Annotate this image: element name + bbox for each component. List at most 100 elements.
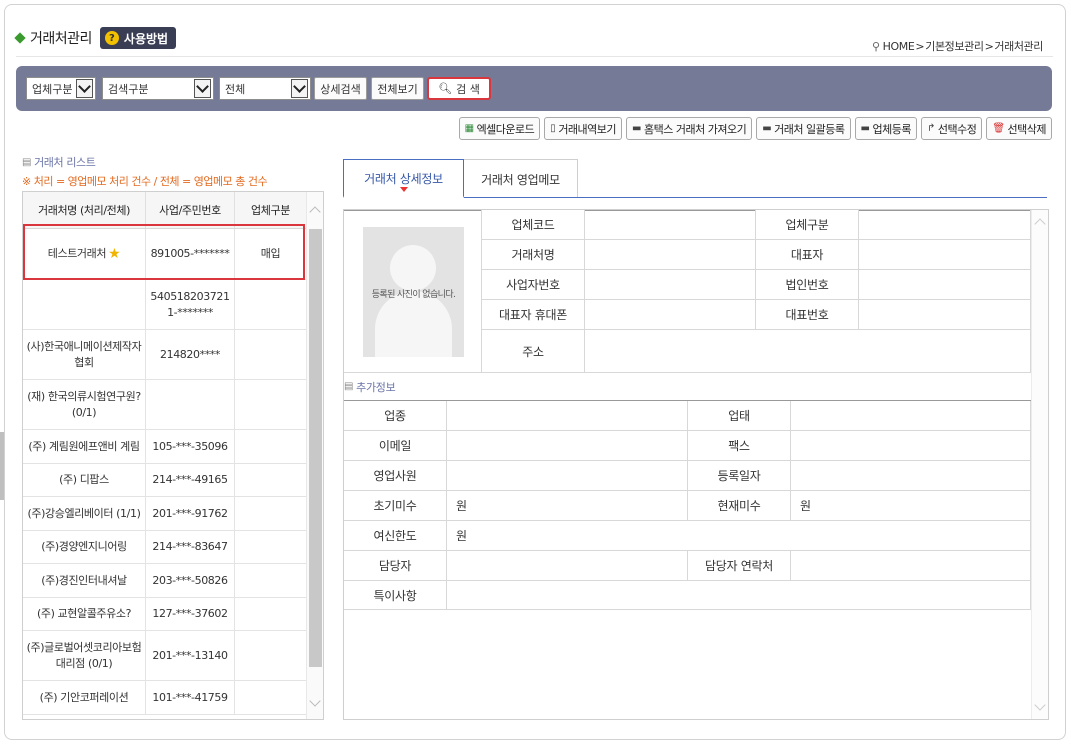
cell-biz-number-text: 105-***-35096: [152, 439, 228, 453]
cell-client-name-text: (주) 기안코퍼레이션: [39, 690, 129, 704]
table-row[interactable]: (주) 기안코퍼레이션 101-***-41759: [23, 681, 323, 715]
scope-select-value: 전체: [225, 82, 246, 96]
cell-biz-number-text: 5405182037211-*******: [150, 289, 230, 319]
cell-biz-number-text: 891005-*******: [150, 247, 230, 260]
table-row[interactable]: (주)경진인터내셔날 203-***-50826: [23, 564, 323, 598]
toolbar-button-label: 선택삭제: [1007, 122, 1047, 136]
detail-search-button[interactable]: 상세검색: [314, 77, 367, 100]
table-row[interactable]: (사)한국애니메이션제작자협회 214820****: [23, 330, 323, 380]
cell-client-name: (주) 기안코퍼레이션: [23, 681, 146, 714]
value-current-balance: 원: [791, 491, 1031, 521]
column-header-name[interactable]: 거래처명 (처리/전체): [23, 192, 146, 228]
location-pin-icon: ⚲: [871, 39, 880, 53]
scroll-down-icon[interactable]: [309, 695, 321, 707]
value-remarks: [447, 581, 1031, 610]
tab-sales-memo[interactable]: 거래처 영업메모: [464, 159, 578, 198]
toolbar-button-5[interactable]: ↱ 선택수정: [920, 117, 983, 140]
show-all-button[interactable]: 전체보기: [371, 77, 424, 100]
column-header-type[interactable]: 업체구분: [235, 192, 307, 228]
magnifier-icon: 🔍︎: [438, 82, 453, 95]
cell-company-type: [235, 681, 307, 714]
label-industry: 업종: [344, 401, 447, 431]
list-scrollbar[interactable]: [306, 192, 323, 719]
toolbar-button-4[interactable]: ▬ 업체등록: [854, 117, 917, 140]
table-row[interactable]: (재) 한국의류시험연구원? (0/1): [23, 380, 323, 430]
label-fax: 팩스: [688, 431, 791, 461]
toolbar-button-label: 거래내역보기: [558, 122, 617, 136]
cell-client-name: (주)경양엔지니어링: [23, 531, 146, 563]
company-type-select-value: 업체구분: [32, 82, 73, 96]
table-row[interactable]: (주)경양엔지니어링 214-***-83647: [23, 531, 323, 564]
additional-info-title-label: 추가정보: [356, 380, 396, 394]
search-button[interactable]: 🔍︎ 검 색: [427, 77, 491, 100]
scope-select[interactable]: 전체: [219, 77, 311, 100]
toolbar-button-0[interactable]: ▦ 엑셀다운로드: [458, 117, 541, 140]
toolbar-button-1[interactable]: ▯ 거래내역보기: [544, 117, 623, 140]
value-client-name: [585, 240, 756, 270]
cell-biz-number-text: 214820****: [160, 347, 220, 361]
chevron-down-icon: [194, 79, 211, 98]
toolbar-button-3[interactable]: ▬ 거래처 일괄등록: [756, 117, 851, 140]
profile-placeholder-image: 등록된 사진이 없습니다.: [363, 227, 464, 357]
cell-company-type: [235, 598, 307, 630]
cell-client-name-text: (주) 교현알콜주유소?: [36, 607, 132, 620]
company-type-select[interactable]: 업체구분: [26, 77, 96, 100]
table-row[interactable]: 5405182037211-*******: [23, 280, 323, 330]
cell-company-type: [235, 531, 307, 563]
toolbar-button-2[interactable]: ▬ 홈택스 거래처 가져오기: [626, 117, 753, 140]
cell-company-type: 매입: [235, 229, 307, 279]
search-field-select[interactable]: 검색구분: [102, 77, 214, 100]
avatar-body-shape: [375, 291, 452, 357]
value-email: [447, 431, 688, 461]
label-ceo: 대표자: [756, 240, 859, 270]
cell-client-name: [23, 280, 146, 329]
breadcrumb: ⚲ HOME > 기본정보관리 > 거래처관리: [872, 38, 1043, 54]
star-icon[interactable]: ★: [108, 246, 121, 262]
table-row[interactable]: (주) 디팝스 214-***-49165: [23, 464, 323, 497]
list-scroll-thumb[interactable]: [309, 229, 322, 667]
avatar-head-shape: [390, 245, 436, 291]
table-row[interactable]: (주) 교현알콜주유소? 127-***-37602: [23, 598, 323, 631]
cell-company-type: [235, 430, 307, 463]
cell-biz-number-text: 201-***-91762: [152, 506, 228, 520]
table-row[interactable]: (주)글로벌어셋코리아보험대리점 (0/1) 201-***-13140: [23, 631, 323, 681]
table-row[interactable]: (주)강승엘리베이터 (1/1) 201-***-91762: [23, 497, 323, 531]
value-corp-no: [859, 270, 1031, 300]
cell-company-type: [235, 330, 307, 379]
search-field-select-value: 검색구분: [108, 82, 149, 96]
help-button-label: 사용방법: [123, 31, 169, 46]
value-contact: [447, 551, 688, 581]
label-reg-date: 등록일자: [688, 461, 791, 491]
cell-biz-number-text: 214-***-49165: [152, 473, 228, 486]
scroll-down-icon[interactable]: [1034, 699, 1046, 711]
cell-company-type: [235, 497, 307, 530]
help-button[interactable]: ? 사용방법: [99, 27, 177, 49]
breadcrumb-home[interactable]: HOME: [883, 40, 915, 53]
cell-biz-number: [146, 380, 235, 429]
label-contact: 담당자: [344, 551, 447, 581]
table-row[interactable]: 테스트거래처 ★ 891005-******* 매입: [23, 229, 323, 280]
tab-client-detail[interactable]: 거래처 상세정보: [343, 159, 464, 198]
value-company-code: [585, 210, 756, 240]
search-button-label: 검 색: [456, 82, 480, 96]
cell-biz-number-text: 214-***-83647: [152, 540, 228, 553]
toolbar-button-6[interactable]: 🗑 선택삭제: [986, 117, 1052, 140]
breadcrumb-basic-info[interactable]: 기본정보관리: [925, 38, 984, 54]
table-row[interactable]: (주) 계림원에프앤비 계림 105-***-35096: [23, 430, 323, 464]
cell-client-name: (주)강승엘리베이터 (1/1): [23, 497, 146, 530]
scroll-up-icon[interactable]: [1034, 218, 1046, 230]
detail-scrollbar[interactable]: [1031, 210, 1048, 719]
scroll-up-icon[interactable]: [309, 206, 321, 218]
toolbar-button-label: 선택수정: [937, 122, 977, 136]
value-industry: [447, 401, 688, 431]
list-note: ※ 처리 = 영업메모 처리 건수 / 전체 = 영업메모 총 건수: [22, 175, 268, 188]
label-sales-rep: 영업사원: [344, 461, 447, 491]
cell-biz-number: 203-***-50826: [146, 564, 235, 597]
cell-client-name: (주) 교현알콜주유소?: [23, 598, 146, 630]
no-photo-text: 등록된 사진이 없습니다.: [371, 290, 456, 300]
column-header-number[interactable]: 사업/주민번호: [146, 192, 235, 228]
label-email: 이메일: [344, 431, 447, 461]
label-client-name: 거래처명: [482, 240, 585, 270]
cell-client-name: (주) 계림원에프앤비 계림: [23, 430, 146, 463]
value-ceo-mobile: [585, 300, 756, 330]
